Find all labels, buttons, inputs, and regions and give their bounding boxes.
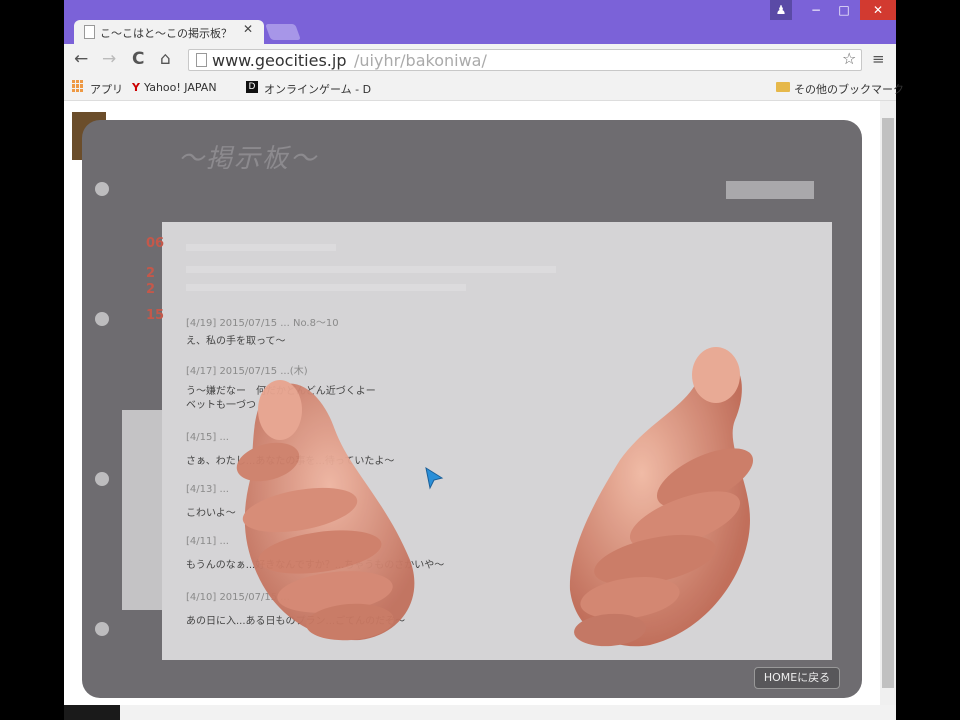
post-header: [4/19] 2015/07/15 ... No.8〜10: [186, 318, 339, 329]
page-icon: [196, 53, 207, 67]
new-tab-button[interactable]: [265, 24, 301, 40]
page-icon: [84, 25, 95, 39]
close-button[interactable]: ✕: [860, 0, 896, 20]
right-hand: [569, 347, 754, 647]
page-title: 〜掲示板〜: [178, 144, 319, 174]
tab-close-icon[interactable]: ✕: [243, 22, 253, 36]
pointer-cursor-icon: [425, 466, 444, 490]
bookmark-online-game[interactable]: オンラインゲーム - D: [264, 81, 371, 97]
game-icon: D: [246, 81, 258, 93]
date-mark: 06: [146, 236, 165, 251]
status-bar: [64, 705, 896, 720]
url-path: /uiyhr/bakoniwa/: [354, 51, 487, 70]
bookmark-other[interactable]: その他のブックマーク: [794, 81, 904, 97]
url-domain: www.geocities.jp: [212, 51, 347, 70]
binder-hole: [95, 472, 109, 486]
faded-line: [186, 284, 466, 291]
date-mark: 2: [146, 266, 156, 281]
reload-button[interactable]: C: [132, 49, 144, 69]
bookmark-yahoo[interactable]: Yahoo! JAPAN: [144, 81, 217, 94]
home-icon[interactable]: ⌂: [160, 49, 171, 69]
menu-icon[interactable]: ≡: [872, 50, 885, 68]
status-thumbnail: [64, 705, 120, 720]
maximize-button[interactable]: □: [834, 0, 854, 20]
left-hand: [236, 380, 415, 641]
binder-hole: [95, 312, 109, 326]
faded-line: [186, 266, 556, 273]
star-icon[interactable]: ☆: [842, 49, 856, 68]
minimize-button[interactable]: −: [806, 0, 826, 20]
scrollbar-thumb[interactable]: [882, 118, 894, 688]
browser-tab[interactable]: こ〜こはと〜この掲示板？: [74, 20, 264, 44]
binder-hole: [95, 622, 109, 636]
faded-line: [186, 244, 336, 251]
home-button[interactable]: HOMEに戻る: [754, 667, 840, 689]
bookmark-apps[interactable]: アプリ: [90, 81, 123, 97]
back-button[interactable]: ←: [74, 49, 88, 69]
forward-button[interactable]: →: [102, 49, 116, 69]
binder-hole: [95, 182, 109, 196]
date-mark: 2: [146, 282, 156, 297]
apps-icon: [72, 80, 84, 92]
board-button[interactable]: [726, 181, 814, 199]
date-mark: 15: [146, 308, 165, 323]
hands-image: [236, 347, 754, 647]
user-icon[interactable]: ♟: [770, 0, 792, 20]
yahoo-icon: Y: [132, 81, 140, 94]
folder-icon: [776, 82, 790, 92]
